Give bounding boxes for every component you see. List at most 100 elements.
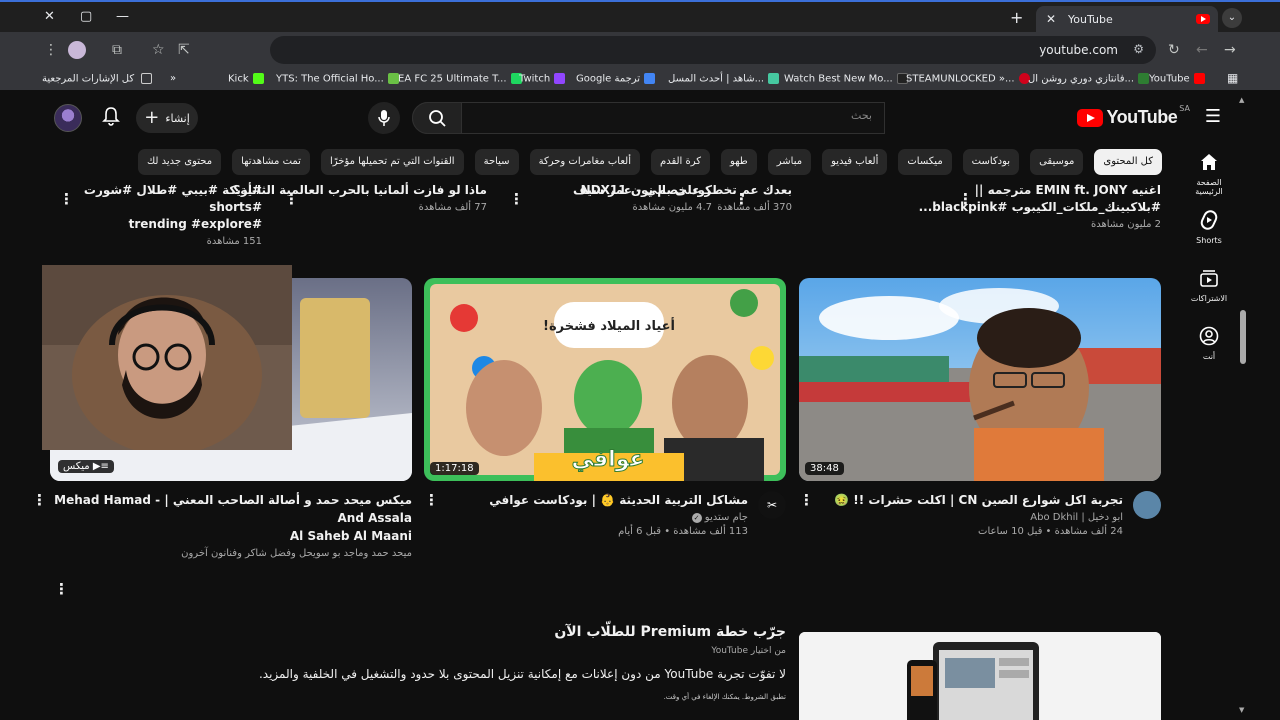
bookmark-all[interactable]: كل الإشارات المرجعية bbox=[42, 73, 153, 85]
channel-name[interactable]: جام ستديو bbox=[705, 512, 748, 523]
shahid-icon bbox=[768, 73, 780, 84]
more-actions-icon[interactable]: ⋮ bbox=[958, 190, 973, 208]
video-duration: 38:48 bbox=[805, 462, 844, 475]
bookmark-item[interactable]: YouTube bbox=[1149, 73, 1205, 85]
channel-avatar[interactable] bbox=[1133, 491, 1161, 519]
premium-promo-image[interactable] bbox=[799, 632, 1161, 720]
voice-search-button[interactable] bbox=[368, 102, 400, 134]
more-actions-icon[interactable]: ⋮ bbox=[32, 491, 47, 509]
profile-avatar[interactable] bbox=[68, 41, 86, 59]
search-box[interactable] bbox=[412, 102, 885, 134]
logo-text: YouTube bbox=[1106, 107, 1178, 127]
bookmarks-overflow-icon[interactable]: » bbox=[170, 73, 176, 84]
chip[interactable]: القنوات التي تم تحميلها مؤخرًا bbox=[320, 149, 464, 175]
guide-home[interactable]: الصفحة الرئيسية bbox=[1184, 152, 1234, 196]
video-title[interactable]: اغنيه EMIN ft. JONY مترجمه || bbox=[861, 182, 1161, 199]
youtube-logo[interactable]: YouTube SA bbox=[1077, 104, 1190, 128]
video-title[interactable]: كود خصم نون NDX11 bbox=[512, 182, 712, 199]
chip[interactable]: سياحة bbox=[474, 149, 519, 175]
site-settings-icon[interactable]: ⚙ bbox=[1133, 42, 1144, 56]
chip[interactable]: ميكسات bbox=[898, 149, 952, 175]
thumbnail-image: عوافي أعياد الميلاد فشخرة! bbox=[424, 278, 786, 481]
more-actions-icon[interactable]: ⋮ bbox=[424, 491, 439, 509]
channel-name[interactable]: ميحد حمد وماجد بو سويحل وفضل شاكر وفنانو… bbox=[50, 548, 412, 559]
chip[interactable]: موسيقى bbox=[1030, 149, 1084, 175]
microphone-icon bbox=[378, 110, 390, 126]
video-thumbnail[interactable]: عوافي أعياد الميلاد فشخرة! 1:17:18 bbox=[424, 278, 786, 481]
notifications-bell-icon[interactable] bbox=[102, 106, 120, 130]
bookmark-item[interactable]: Twitch bbox=[519, 73, 566, 85]
bookmark-star-icon[interactable]: ☆ bbox=[152, 42, 165, 58]
bookmark-item[interactable]: شاهد | أحدث المسل... bbox=[668, 73, 780, 85]
chip[interactable]: كل المحتوى bbox=[1094, 149, 1162, 175]
tab-search-button[interactable]: ⌄ bbox=[1222, 8, 1242, 28]
search-input[interactable] bbox=[452, 109, 872, 122]
premium-promo-title[interactable]: جرّب خطة Premium للطلّاب الآن bbox=[554, 624, 786, 640]
subscriptions-icon bbox=[1184, 268, 1234, 290]
guide-subscriptions[interactable]: الاشتراكات bbox=[1184, 268, 1234, 303]
video-item-partial[interactable]: #أريكة #بيبي #طلال #شورت #shorts #trendi… bbox=[62, 182, 262, 247]
bookmark-item[interactable]: فانتازي دوري روشن ال... bbox=[1028, 73, 1150, 85]
apps-grid-icon[interactable]: ▦ bbox=[1227, 71, 1238, 85]
more-actions-icon[interactable]: ⋮ bbox=[799, 491, 814, 509]
page-scrollbar[interactable]: ▲ ▼ bbox=[1238, 92, 1248, 720]
chip[interactable]: طهو bbox=[721, 149, 757, 175]
guide-you[interactable]: أنت bbox=[1184, 326, 1234, 361]
bookmark-item[interactable]: Google ترجمة bbox=[576, 73, 656, 85]
chip[interactable]: تمت مشاهدتها bbox=[232, 149, 310, 175]
reload-icon[interactable]: ↻ bbox=[1168, 42, 1180, 58]
address-bar[interactable]: youtube.com ⚙ bbox=[270, 36, 1156, 64]
video-thumbnail[interactable]: 38:48 bbox=[799, 278, 1161, 481]
chip[interactable]: ألعاب مغامرات وحركة bbox=[529, 149, 640, 175]
tab-close-icon[interactable]: ✕ bbox=[1044, 12, 1058, 26]
create-button[interactable]: إنشاء + bbox=[136, 103, 198, 133]
video-item-partial[interactable]: اغنيه EMIN ft. JONY مترجمه || #بلاكبينك_… bbox=[861, 182, 1161, 230]
more-actions-icon[interactable]: ⋮ bbox=[59, 190, 74, 208]
back-icon[interactable]: ← bbox=[1196, 42, 1208, 58]
user-avatar[interactable] bbox=[54, 104, 82, 132]
extensions-icon[interactable]: ⧉ bbox=[112, 42, 122, 58]
forward-icon[interactable]: → bbox=[1224, 42, 1236, 58]
hamburger-menu-icon[interactable]: ☰ bbox=[1202, 108, 1224, 126]
video-title[interactable]: ميكس ميحد حمد و أصالة الصاحب المعني | - … bbox=[50, 491, 412, 527]
chip[interactable]: مباشر bbox=[767, 149, 812, 175]
scroll-down-arrow-icon[interactable]: ▼ bbox=[1239, 706, 1244, 714]
tab-youtube[interactable]: ✕ YouTube bbox=[1036, 6, 1218, 32]
video-title[interactable]: #أريكة #بيبي #طلال #شورت #shorts bbox=[62, 182, 262, 216]
shorts-icon bbox=[1184, 210, 1234, 232]
scroll-up-arrow-icon[interactable]: ▲ bbox=[1239, 96, 1244, 104]
window-maximize-icon[interactable]: ▢ bbox=[80, 9, 92, 24]
bookmark-item[interactable]: YTS: The Official Ho... bbox=[276, 73, 399, 85]
youtube-icon bbox=[1193, 73, 1205, 84]
channel-avatar[interactable]: ✂ bbox=[758, 491, 786, 519]
window-close-icon[interactable]: ✕ bbox=[44, 9, 55, 24]
chip[interactable]: محتوى جديد لك bbox=[137, 149, 222, 175]
bookmark-item[interactable]: EA FC 25 Ultimate T... bbox=[398, 73, 522, 85]
bookmark-item[interactable]: STEAMUNLOCKED »... bbox=[906, 73, 1030, 85]
more-actions-icon[interactable]: ⋮ bbox=[54, 580, 69, 598]
menu-kebab-icon[interactable]: ⋮ bbox=[44, 42, 58, 58]
share-icon[interactable]: ⇱ bbox=[178, 42, 190, 58]
scrollbar-thumb[interactable] bbox=[1240, 310, 1246, 364]
guide-shorts[interactable]: Shorts bbox=[1184, 210, 1234, 245]
window-minimize-icon[interactable]: — bbox=[116, 9, 129, 24]
bookmark-item[interactable]: Watch Best New Mo... bbox=[784, 73, 908, 85]
more-actions-icon[interactable]: ⋮ bbox=[284, 190, 299, 208]
chip[interactable]: بودكاست bbox=[962, 149, 1020, 175]
search-button[interactable] bbox=[412, 102, 462, 134]
more-actions-icon[interactable]: ⋮ bbox=[509, 190, 524, 208]
channel-name[interactable]: ابو دخيل | Abo Dkhil bbox=[799, 512, 1123, 523]
chip[interactable]: ألعاب فيديو bbox=[822, 149, 888, 175]
video-card[interactable]: عوافي أعياد الميلاد فشخرة! 1:17:18 ✂ مشا… bbox=[424, 278, 786, 537]
video-title-line2[interactable]: #trending #explore bbox=[62, 216, 262, 233]
video-title[interactable]: مشاكل التربية الحديثة 👶 | بودكاست عوافي bbox=[424, 491, 748, 509]
video-title[interactable]: تجربة اكل شوارع الصين CN | اكلت حشرات !!… bbox=[799, 491, 1123, 509]
bookmark-item[interactable]: Kick bbox=[228, 73, 264, 85]
video-card[interactable]: 38:48 تجربة اكل شوارع الصين CN | اكلت حش… bbox=[799, 278, 1161, 537]
video-title-line2[interactable]: #بلاكبينك_ملكات_الكيبوب #blackpink... bbox=[861, 199, 1161, 216]
more-actions-icon[interactable]: ⋮ bbox=[734, 190, 749, 208]
video-item-partial[interactable]: كود خصم نون NDX11 4.7 مليون مشاهدة bbox=[512, 182, 712, 213]
chip[interactable]: كرة القدم bbox=[651, 149, 711, 175]
video-title-line2[interactable]: Al Saheb Al Maani bbox=[50, 527, 412, 545]
new-tab-button[interactable]: + bbox=[1010, 8, 1023, 27]
